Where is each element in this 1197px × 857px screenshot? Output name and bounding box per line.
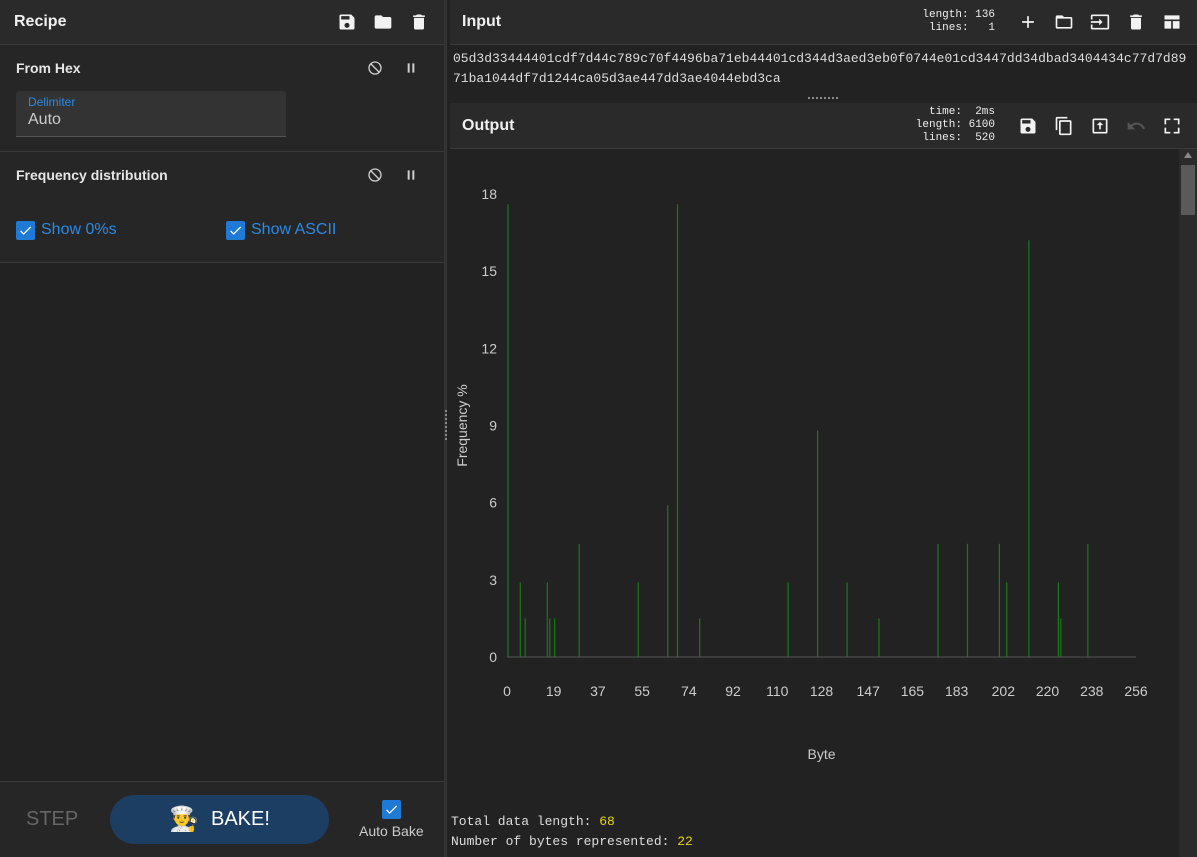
input-title: Input: [462, 13, 502, 30]
show-ascii-label: Show ASCII: [251, 221, 337, 238]
checkmark-icon: [226, 220, 245, 240]
recipe-header: Recipe: [0, 0, 444, 45]
save-icon[interactable]: [336, 11, 358, 33]
x-tick-label: 256: [1124, 683, 1148, 699]
y-tick-label: 0: [489, 649, 497, 665]
x-tick-label: 128: [810, 683, 834, 699]
disable-icon[interactable]: [364, 57, 386, 79]
y-tick-label: 18: [481, 186, 497, 202]
copy-icon[interactable]: [1053, 115, 1075, 137]
delimiter-value: Auto: [28, 111, 61, 128]
folder-icon[interactable]: [372, 11, 394, 33]
delimiter-field[interactable]: Delimiter Auto: [16, 91, 286, 137]
output-header: Output time: 2ms length: 6100 lines: 520: [450, 103, 1197, 149]
disable-icon[interactable]: [364, 164, 386, 186]
x-tick-label: 37: [590, 683, 606, 699]
x-tick-label: 183: [945, 683, 969, 699]
total-value: 68: [599, 814, 615, 829]
show-zeros-checkbox[interactable]: Show 0%s: [16, 220, 226, 240]
show-ascii-checkbox[interactable]: Show ASCII: [226, 220, 337, 240]
pause-icon[interactable]: [400, 164, 422, 186]
x-tick-label: 110: [766, 683, 789, 699]
x-tick-label: 220: [1036, 683, 1060, 699]
y-tick-label: 15: [481, 263, 497, 279]
total-data-length: Total data length: 68: [451, 814, 615, 829]
bake-controls: STEP 👨‍🍳 BAKE! Auto Bake: [0, 781, 444, 857]
x-tick-label: 74: [681, 683, 697, 699]
delimiter-label: Delimiter: [28, 95, 76, 109]
x-tick-label: 147: [857, 683, 881, 699]
bytes-represented: Number of bytes represented: 22: [451, 834, 693, 849]
move-to-input-icon[interactable]: [1089, 115, 1111, 137]
bake-label: BAKE!: [210, 808, 270, 830]
x-axis-label: Byte: [807, 746, 835, 762]
operation-title: Frequency distribution: [16, 167, 168, 183]
y-axis-label: Frequency %: [454, 384, 470, 466]
input-textarea[interactable]: 05d3d33444401cdf7d44c789c70f4496ba71eb44…: [450, 45, 1197, 93]
trash-icon[interactable]: [408, 11, 430, 33]
x-tick-label: 238: [1080, 683, 1104, 699]
pane-resize-handle[interactable]: [808, 97, 838, 100]
scroll-up-icon[interactable]: [1184, 152, 1192, 158]
checkmark-icon: [381, 800, 401, 819]
x-tick-label: 202: [992, 683, 1016, 699]
bytes-label: Number of bytes represented:: [451, 834, 678, 849]
folder-icon[interactable]: [1053, 11, 1075, 33]
auto-bake-checkbox[interactable]: Auto Bake: [359, 800, 424, 839]
auto-bake-label: Auto Bake: [359, 823, 424, 839]
output-scrollbar[interactable]: [1179, 149, 1197, 857]
pause-icon[interactable]: [400, 57, 422, 79]
scrollbar-thumb[interactable]: [1181, 165, 1195, 215]
frequency-chart: 0 3 6 9 12 15 18 0 19 37 55 74 92 110 128 147 165 183 202 2…: [454, 186, 1148, 762]
operation-from-hex[interactable]: From Hex Delimiter Auto: [0, 45, 444, 152]
output-stats: time: 2ms length: 6100 lines: 520: [915, 106, 995, 144]
output-body: 0 3 6 9 12 15 18 0 19 37 55 74 92 110 128 147 165 183 202 2…: [450, 149, 1197, 857]
bake-button[interactable]: 👨‍🍳 BAKE!: [110, 795, 329, 844]
add-icon[interactable]: [1017, 11, 1039, 33]
x-tick-label: 55: [634, 683, 650, 699]
save-icon[interactable]: [1017, 115, 1039, 137]
output-title: Output: [462, 116, 515, 134]
operation-title: From Hex: [16, 60, 81, 76]
y-tick-label: 6: [489, 495, 497, 511]
x-tick-label: 0: [503, 683, 511, 699]
layout-icon[interactable]: [1161, 11, 1183, 33]
operation-frequency-distribution[interactable]: Frequency distribution Show 0%s Show ASC…: [0, 152, 444, 263]
input-header: Input length: 136 lines: 1: [450, 0, 1197, 45]
y-tick-label: 9: [489, 418, 497, 434]
x-tick-label: 19: [546, 683, 562, 699]
bytes-value: 22: [677, 834, 693, 849]
trash-icon[interactable]: [1125, 11, 1147, 33]
chef-icon: 👨‍🍳: [169, 806, 199, 833]
input-stats: length: 136 lines: 1: [922, 9, 995, 34]
show-zeros-label: Show 0%s: [41, 221, 117, 238]
input-file-icon[interactable]: [1089, 11, 1111, 33]
x-tick-label: 165: [901, 683, 925, 699]
y-tick-label: 3: [489, 572, 497, 588]
output-pane: Output time: 2ms length: 6100 lines: 520…: [450, 103, 1197, 857]
undo-icon[interactable]: [1125, 115, 1147, 137]
y-tick-label: 12: [481, 340, 497, 356]
step-button[interactable]: STEP: [26, 808, 110, 831]
x-tick-label: 92: [725, 683, 741, 699]
maximize-icon[interactable]: [1161, 115, 1183, 137]
pane-resize-handle[interactable]: [445, 410, 448, 440]
total-label: Total data length:: [451, 814, 600, 829]
input-pane: Input length: 136 lines: 1 05d3d33444401…: [450, 0, 1197, 100]
checkmark-icon: [16, 220, 35, 240]
recipe-title: Recipe: [14, 13, 67, 30]
recipe-pane: Recipe From Hex Delimiter Auto Frequency…: [0, 0, 447, 857]
